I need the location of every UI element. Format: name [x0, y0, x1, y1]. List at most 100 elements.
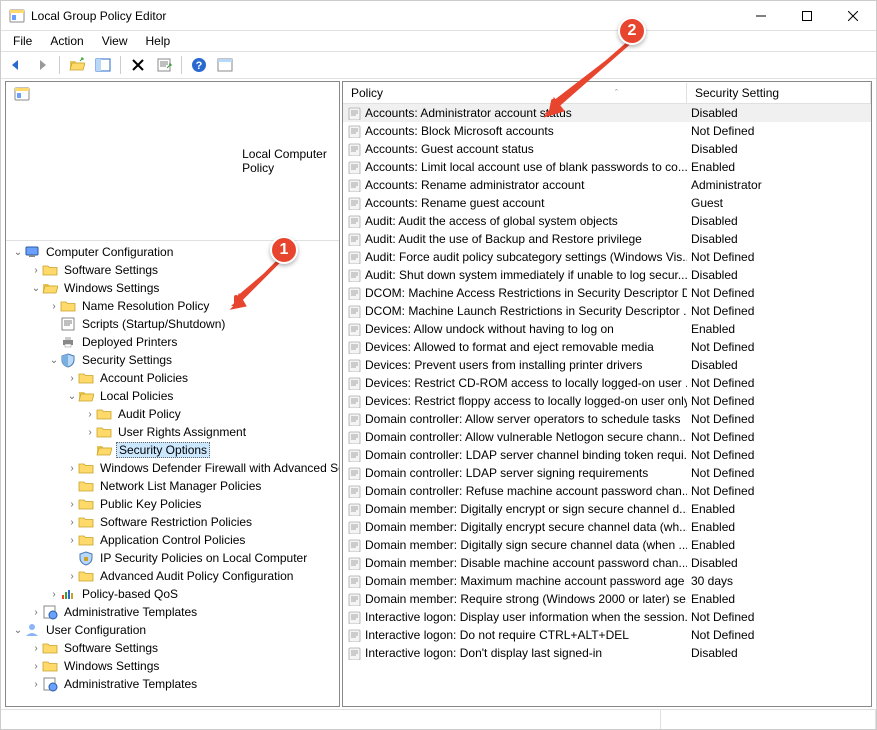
policy-row[interactable]: Audit: Audit the use of Backup and Resto…: [343, 230, 871, 248]
expander-icon[interactable]: ›: [84, 409, 96, 420]
maximize-button[interactable]: [784, 1, 830, 31]
tree-software-settings[interactable]: ›Software Settings: [6, 261, 339, 279]
menu-view[interactable]: View: [94, 32, 136, 50]
minimize-button[interactable]: [738, 1, 784, 31]
expander-icon[interactable]: ⌄: [48, 355, 60, 366]
policy-row[interactable]: Domain controller: LDAP server channel b…: [343, 446, 871, 464]
policy-row[interactable]: Interactive logon: Display user informat…: [343, 608, 871, 626]
tree-user-administrative-templates[interactable]: ›Administrative Templates: [6, 675, 339, 693]
policy-row[interactable]: Domain member: Disable machine account p…: [343, 554, 871, 572]
expander-icon[interactable]: ›: [48, 589, 60, 600]
filter-button[interactable]: [214, 54, 236, 76]
expander-icon[interactable]: ⌄: [12, 625, 24, 636]
expander-icon[interactable]: ›: [30, 661, 42, 672]
menu-help[interactable]: Help: [138, 32, 179, 50]
policy-row[interactable]: Devices: Restrict floppy access to local…: [343, 392, 871, 410]
export-button[interactable]: [153, 54, 175, 76]
folder-icon: [42, 658, 58, 674]
up-button[interactable]: [66, 54, 88, 76]
tree-software-restriction-policies[interactable]: ›Software Restriction Policies: [6, 513, 339, 531]
menu-action[interactable]: Action: [42, 32, 91, 50]
tree-account-policies[interactable]: ›Account Policies: [6, 369, 339, 387]
tree-user-rights-assignment[interactable]: ›User Rights Assignment: [6, 423, 339, 441]
forward-button[interactable]: [31, 54, 53, 76]
expander-icon[interactable]: ›: [30, 643, 42, 654]
expander-icon[interactable]: ›: [66, 463, 78, 474]
expander-icon[interactable]: ›: [66, 517, 78, 528]
expander-icon[interactable]: ›: [66, 535, 78, 546]
tree-administrative-templates[interactable]: ›Administrative Templates: [6, 603, 339, 621]
tree-public-key-policies[interactable]: ›Public Key Policies: [6, 495, 339, 513]
tree-computer-configuration[interactable]: ⌄Computer Configuration: [6, 243, 339, 261]
policy-row[interactable]: Domain member: Digitally encrypt secure …: [343, 518, 871, 536]
policy-setting: Not Defined: [687, 304, 871, 318]
policy-row[interactable]: Devices: Allow undock without having to …: [343, 320, 871, 338]
policy-row[interactable]: Audit: Shut down system immediately if u…: [343, 266, 871, 284]
policy-row[interactable]: Accounts: Guest account statusDisabled: [343, 140, 871, 158]
expander-icon[interactable]: ›: [30, 265, 42, 276]
expander-icon[interactable]: ›: [66, 499, 78, 510]
tree-root[interactable]: Local Computer Policy: [6, 82, 339, 241]
tree-policy-based-qos[interactable]: ›Policy-based QoS: [6, 585, 339, 603]
policy-row[interactable]: Accounts: Rename guest accountGuest: [343, 194, 871, 212]
tree-windows-defender-firewall[interactable]: ›Windows Defender Firewall with Advanced…: [6, 459, 339, 477]
policy-row[interactable]: Audit: Audit the access of global system…: [343, 212, 871, 230]
policy-row[interactable]: Accounts: Block Microsoft accountsNot De…: [343, 122, 871, 140]
sort-indicator-icon: ˆ: [615, 88, 618, 98]
tree-local-policies[interactable]: ⌄Local Policies: [6, 387, 339, 405]
close-button[interactable]: [830, 1, 876, 31]
tree-network-list-manager[interactable]: Network List Manager Policies: [6, 477, 339, 495]
column-policy[interactable]: Policy ˆ: [343, 83, 687, 103]
tree-name-resolution-policy[interactable]: ›Name Resolution Policy: [6, 297, 339, 315]
tree-deployed-printers[interactable]: Deployed Printers: [6, 333, 339, 351]
policy-row[interactable]: DCOM: Machine Access Restrictions in Sec…: [343, 284, 871, 302]
policy-row[interactable]: Domain controller: LDAP server signing r…: [343, 464, 871, 482]
policy-row[interactable]: Devices: Allowed to format and eject rem…: [343, 338, 871, 356]
policy-row[interactable]: Accounts: Limit local account use of bla…: [343, 158, 871, 176]
expander-icon[interactable]: ›: [66, 571, 78, 582]
tree-advanced-audit-policy[interactable]: ›Advanced Audit Policy Configuration: [6, 567, 339, 585]
tree-user-configuration[interactable]: ⌄User Configuration: [6, 621, 339, 639]
policy-row[interactable]: Audit: Force audit policy subcategory se…: [343, 248, 871, 266]
policy-row[interactable]: Domain member: Digitally encrypt or sign…: [343, 500, 871, 518]
expander-icon[interactable]: ›: [48, 301, 60, 312]
policy-row[interactable]: Interactive logon: Don't display last si…: [343, 644, 871, 662]
policy-row[interactable]: Domain controller: Allow server operator…: [343, 410, 871, 428]
policy-row[interactable]: Accounts: Rename administrator accountAd…: [343, 176, 871, 194]
toolbar-separator: [120, 56, 121, 74]
expander-icon[interactable]: ›: [30, 679, 42, 690]
tree-user-windows-settings[interactable]: ›Windows Settings: [6, 657, 339, 675]
delete-button[interactable]: [127, 54, 149, 76]
tree-pane[interactable]: Local Computer Policy ⌄Computer Configur…: [5, 81, 340, 707]
policy-row[interactable]: Domain member: Maximum machine account p…: [343, 572, 871, 590]
expander-icon[interactable]: ⌄: [30, 283, 42, 294]
policy-row[interactable]: Interactive logon: Do not require CTRL+A…: [343, 626, 871, 644]
policy-row[interactable]: Accounts: Administrator account statusDi…: [343, 104, 871, 122]
policy-row[interactable]: Devices: Restrict CD-ROM access to local…: [343, 374, 871, 392]
policy-row[interactable]: Devices: Prevent users from installing p…: [343, 356, 871, 374]
policy-row[interactable]: Domain controller: Refuse machine accoun…: [343, 482, 871, 500]
tree-scripts[interactable]: Scripts (Startup/Shutdown): [6, 315, 339, 333]
show-hide-tree-button[interactable]: [92, 54, 114, 76]
back-button[interactable]: [5, 54, 27, 76]
help-button[interactable]: ?: [188, 54, 210, 76]
expander-icon[interactable]: ⌄: [12, 247, 24, 258]
tree-security-options[interactable]: Security Options: [6, 441, 339, 459]
menu-file[interactable]: File: [5, 32, 40, 50]
column-security-setting[interactable]: Security Setting: [687, 83, 871, 103]
list-body[interactable]: Accounts: Administrator account statusDi…: [343, 104, 871, 706]
tree-security-settings[interactable]: ⌄Security Settings: [6, 351, 339, 369]
tree-application-control-policies[interactable]: ›Application Control Policies: [6, 531, 339, 549]
expander-icon[interactable]: ›: [84, 427, 96, 438]
expander-icon[interactable]: ⌄: [66, 391, 78, 402]
policy-row[interactable]: DCOM: Machine Launch Restrictions in Sec…: [343, 302, 871, 320]
tree-user-software-settings[interactable]: ›Software Settings: [6, 639, 339, 657]
tree-ip-security-policies[interactable]: IP Security Policies on Local Computer: [6, 549, 339, 567]
expander-icon[interactable]: ›: [30, 607, 42, 618]
expander-icon[interactable]: ›: [66, 373, 78, 384]
policy-row[interactable]: Domain member: Require strong (Windows 2…: [343, 590, 871, 608]
tree-audit-policy[interactable]: ›Audit Policy: [6, 405, 339, 423]
policy-row[interactable]: Domain controller: Allow vulnerable Netl…: [343, 428, 871, 446]
tree-windows-settings[interactable]: ⌄Windows Settings: [6, 279, 339, 297]
policy-row[interactable]: Domain member: Digitally sign secure cha…: [343, 536, 871, 554]
